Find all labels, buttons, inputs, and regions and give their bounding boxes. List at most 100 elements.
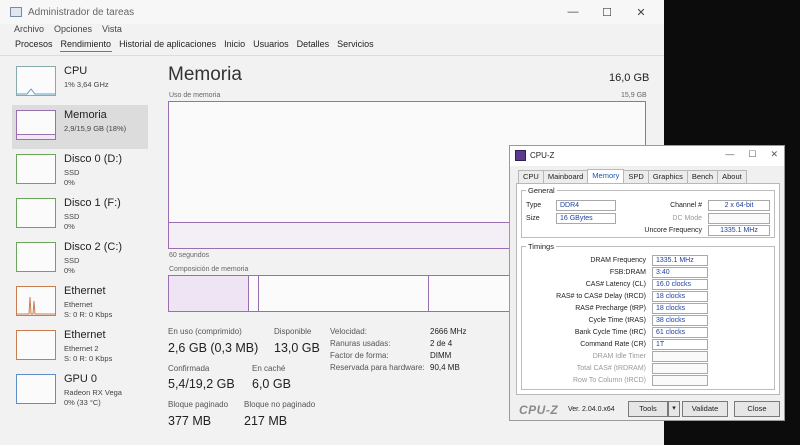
composition-in-use	[169, 276, 249, 311]
sidebar-item-label: Memoria	[64, 109, 107, 121]
chevron-down-icon[interactable]: ▾	[668, 401, 680, 417]
timing-label: RAS# to CAS# Delay (tRCD)	[556, 293, 646, 300]
speed-label: Velocidad:	[330, 327, 367, 336]
available-value: 13,0 GB	[274, 341, 320, 355]
channel-label: Channel #	[670, 202, 702, 209]
timing-label: CAS# Latency (CL)	[585, 281, 646, 288]
cpu-thumbnail-graph	[16, 66, 56, 96]
slots-value: 2 de 4	[430, 339, 453, 348]
gpu-thumbnail-graph	[16, 374, 56, 404]
sidebar-item-detail: 1% 3,64 GHz	[64, 80, 109, 89]
sidebar-item-ethernet-2[interactable]: Ethernet Ethernet 2 S: 0 R: 0 Kbps	[12, 325, 148, 369]
available-label: Disponible	[274, 327, 312, 336]
timing-value	[652, 351, 708, 362]
tab-servicios[interactable]: Servicios	[336, 39, 375, 52]
sidebar-item-detail: SSD	[64, 256, 80, 265]
sidebar-item-label: Ethernet	[64, 329, 106, 341]
timing-label: DRAM Frequency	[590, 257, 646, 264]
memory-usage-max: 15,9 GB	[621, 92, 647, 99]
tab-cpu[interactable]: CPU	[518, 170, 544, 183]
in-use-value: 2,6 GB (0,3 MB)	[168, 341, 259, 355]
tab-bar: Procesos Rendimiento Historial de aplica…	[14, 39, 375, 52]
composition-standby	[259, 276, 429, 311]
tab-about[interactable]: About	[717, 170, 747, 183]
dc-mode-value	[708, 213, 770, 224]
timing-value: 1T	[652, 339, 708, 350]
nonpaged-pool-value: 217 MB	[244, 414, 288, 428]
close-button[interactable]: ✕	[624, 6, 658, 19]
committed-value: 5,4/19,2 GB	[168, 377, 235, 391]
menu-archivo[interactable]: Archivo	[14, 24, 44, 38]
uncore-frequency-label: Uncore Frequency	[644, 227, 702, 234]
menu-bar: Archivo Opciones Vista	[14, 24, 122, 38]
sidebar-item-detail: SSD	[64, 212, 80, 221]
timing-value: 16.0 clocks	[652, 279, 708, 290]
sidebar-item-label: CPU	[64, 65, 88, 77]
ethernet-sparkline	[17, 296, 55, 315]
cpuz-tab-bar: CPU Mainboard Memory SPD Graphics Bench …	[518, 169, 747, 183]
sidebar-item-label: GPU 0	[64, 373, 98, 385]
cpuz-footer: CPU-Z Ver. 2.04.0.x64 Tools ▾ Validate C…	[510, 399, 784, 421]
tab-spd[interactable]: SPD	[623, 170, 649, 183]
tab-rendimiento[interactable]: Rendimiento	[59, 39, 113, 52]
timing-value: 1335.1 MHz	[652, 255, 708, 266]
sidebar-item-ethernet[interactable]: Ethernet Ethernet S: 0 R: 0 Kbps	[12, 281, 148, 325]
timing-label: Command Rate (CR)	[580, 341, 646, 348]
nonpaged-pool-label: Bloque no paginado	[244, 400, 316, 409]
timing-label: Cycle Time (tRAS)	[588, 317, 646, 324]
tab-inicio[interactable]: Inicio	[223, 39, 246, 52]
sidebar-item-cpu[interactable]: CPU 1% 3,64 GHz	[12, 61, 148, 105]
cpuz-maximize-button[interactable]: ☐	[748, 149, 756, 160]
tab-detalles[interactable]: Detalles	[296, 39, 331, 52]
timing-label: Row To Column (tRCD)	[573, 377, 646, 384]
tab-memory[interactable]: Memory	[587, 169, 625, 183]
sidebar-item-label: Disco 1 (F:)	[64, 197, 121, 209]
tab-bench[interactable]: Bench	[686, 170, 719, 183]
form-factor-value: DIMM	[430, 351, 452, 360]
paged-pool-label: Bloque paginado	[168, 400, 229, 409]
close-button[interactable]: Close	[734, 401, 780, 417]
sidebar-item-percent: 0% (33 °C)	[64, 398, 101, 407]
tab-graphics[interactable]: Graphics	[647, 170, 688, 183]
sidebar-item-memoria[interactable]: Memoria 2,9/15,9 GB (18%)	[12, 105, 148, 149]
tab-historial[interactable]: Historial de aplicaciones	[118, 39, 217, 52]
sidebar-item-detail: Ethernet 2	[64, 344, 99, 353]
maximize-button[interactable]: ☐	[590, 6, 624, 19]
memory-thumbnail-graph	[16, 110, 56, 140]
speed-value: 2666 MHz	[430, 327, 467, 336]
sidebar-item-disco-2[interactable]: Disco 2 (C:) SSD 0%	[12, 237, 148, 281]
minimize-button[interactable]: —	[556, 6, 590, 18]
timing-label: RAS# Precharge (tRP)	[575, 305, 646, 312]
timing-label: DRAM Idle Timer	[592, 353, 646, 360]
window-title: Administrador de tareas	[28, 6, 135, 18]
form-factor-label: Factor de forma:	[330, 351, 389, 360]
memory-thumbnail-fill	[17, 133, 55, 139]
ethernet-thumbnail-graph	[16, 286, 56, 316]
menu-vista[interactable]: Vista	[102, 24, 122, 38]
tools-button[interactable]: Tools	[628, 401, 668, 417]
in-use-label: En uso (comprimido)	[168, 327, 242, 336]
timing-value: 18 clocks	[652, 291, 708, 302]
cpuz-titlebar: CPU-Z — ☐ ✕	[510, 146, 784, 166]
sidebar-item-disco-0[interactable]: Disco 0 (D:) SSD 0%	[12, 149, 148, 193]
sidebar-item-label: Ethernet	[64, 285, 106, 297]
ethernet-thumbnail-graph	[16, 330, 56, 360]
channel-value: 2 x 64-bit	[708, 200, 770, 211]
composition-modified	[249, 276, 259, 311]
committed-label: Confirmada	[168, 364, 210, 373]
sidebar-item-disco-1[interactable]: Disco 1 (F:) SSD 0%	[12, 193, 148, 237]
disk-thumbnail-graph	[16, 154, 56, 184]
cpuz-minimize-button[interactable]: —	[725, 149, 734, 160]
validate-button[interactable]: Validate	[682, 401, 728, 417]
cpuz-app-icon	[515, 150, 526, 161]
tab-mainboard[interactable]: Mainboard	[542, 170, 589, 183]
menu-opciones[interactable]: Opciones	[54, 24, 92, 38]
sidebar-item-detail: 2,9/15,9 GB (18%)	[64, 124, 127, 133]
cpuz-memory-panel: General Type DDR4 Size 16 GBytes Channel…	[516, 183, 780, 395]
tab-usuarios[interactable]: Usuarios	[252, 39, 290, 52]
sidebar-item-gpu-0[interactable]: GPU 0 Radeon RX Vega 0% (33 °C)	[12, 369, 148, 413]
slots-label: Ranuras usadas:	[330, 339, 391, 348]
tab-procesos[interactable]: Procesos	[14, 39, 54, 52]
cpuz-close-icon[interactable]: ✕	[770, 149, 778, 160]
sidebar-item-detail: Radeon RX Vega	[64, 388, 122, 397]
